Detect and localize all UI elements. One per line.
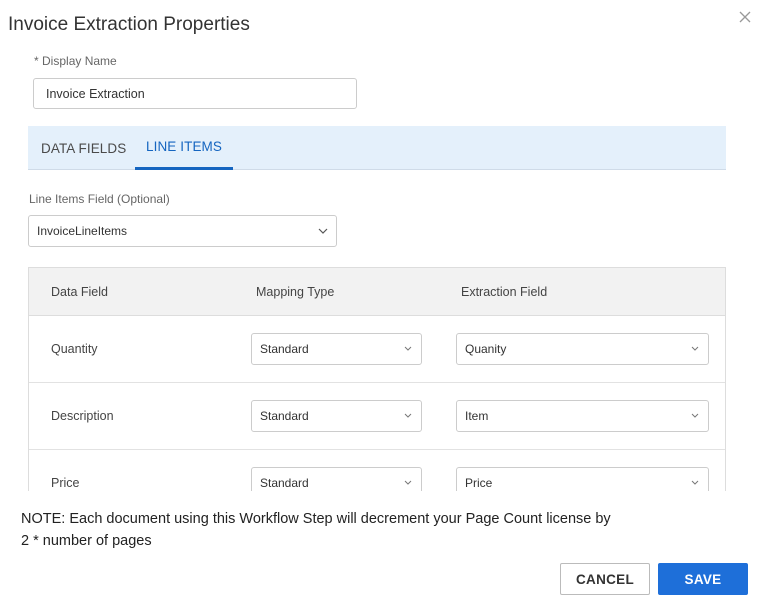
chevron-down-icon — [318, 228, 328, 234]
line-items-field-select[interactable]: InvoiceLineItems — [28, 215, 337, 247]
note-line-2: 2 * number of pages — [21, 533, 152, 549]
dialog-title: Invoice Extraction Properties — [8, 14, 250, 35]
data-field-cell: Description — [51, 409, 114, 423]
display-name-input[interactable]: Invoice Extraction — [33, 78, 357, 109]
line-items-field-value: InvoiceLineItems — [37, 224, 128, 238]
line-items-field-label: Line Items Field (Optional) — [29, 192, 170, 206]
tab-line-items[interactable]: LINE ITEMS — [135, 126, 233, 170]
header-data-field: Data Field — [51, 285, 108, 299]
mapping-type-value: Standard — [260, 342, 309, 356]
tab-data-fields[interactable]: DATA FIELDS — [41, 126, 126, 170]
extraction-field-select[interactable]: Price — [456, 467, 709, 491]
mapping-type-select[interactable]: Standard — [251, 400, 422, 432]
extraction-field-value: Quanity — [465, 342, 507, 356]
cancel-button[interactable]: CANCEL — [560, 563, 650, 595]
table-row: Quantity Standard Quanity — [29, 316, 725, 383]
mapping-type-value: Standard — [260, 409, 309, 423]
close-icon[interactable] — [736, 8, 754, 26]
table-row: Description Standard Item — [29, 383, 725, 450]
chevron-down-icon — [691, 480, 699, 485]
data-field-cell: Price — [51, 476, 80, 490]
extraction-field-value: Price — [465, 476, 493, 490]
header-extraction-field: Extraction Field — [461, 285, 548, 299]
chevron-down-icon — [691, 346, 699, 351]
save-button[interactable]: SAVE — [658, 563, 748, 595]
required-marker: * — [34, 54, 39, 68]
mapping-type-select[interactable]: Standard — [251, 467, 422, 491]
extraction-field-select[interactable]: Quanity — [456, 333, 709, 365]
chevron-down-icon — [404, 480, 412, 485]
page-count-note: NOTE: Each document using this Workflow … — [21, 508, 681, 552]
display-name-label: * Display Name — [34, 54, 117, 68]
line-items-table: Data Field Mapping Type Extraction Field… — [28, 267, 726, 491]
mapping-type-select[interactable]: Standard — [251, 333, 422, 365]
table-row: Price Standard Price — [29, 450, 725, 491]
data-field-cell: Quantity — [51, 342, 98, 356]
chevron-down-icon — [404, 413, 412, 418]
display-name-label-text: Display Name — [42, 54, 117, 68]
note-line-1: NOTE: Each document using this Workflow … — [21, 511, 611, 527]
chevron-down-icon — [691, 413, 699, 418]
extraction-field-value: Item — [465, 409, 489, 423]
tab-bar: DATA FIELDS LINE ITEMS — [28, 126, 726, 170]
table-header: Data Field Mapping Type Extraction Field — [29, 268, 725, 316]
chevron-down-icon — [404, 346, 412, 351]
header-mapping-type: Mapping Type — [256, 285, 335, 299]
extraction-field-select[interactable]: Item — [456, 400, 709, 432]
mapping-type-value: Standard — [260, 476, 309, 490]
